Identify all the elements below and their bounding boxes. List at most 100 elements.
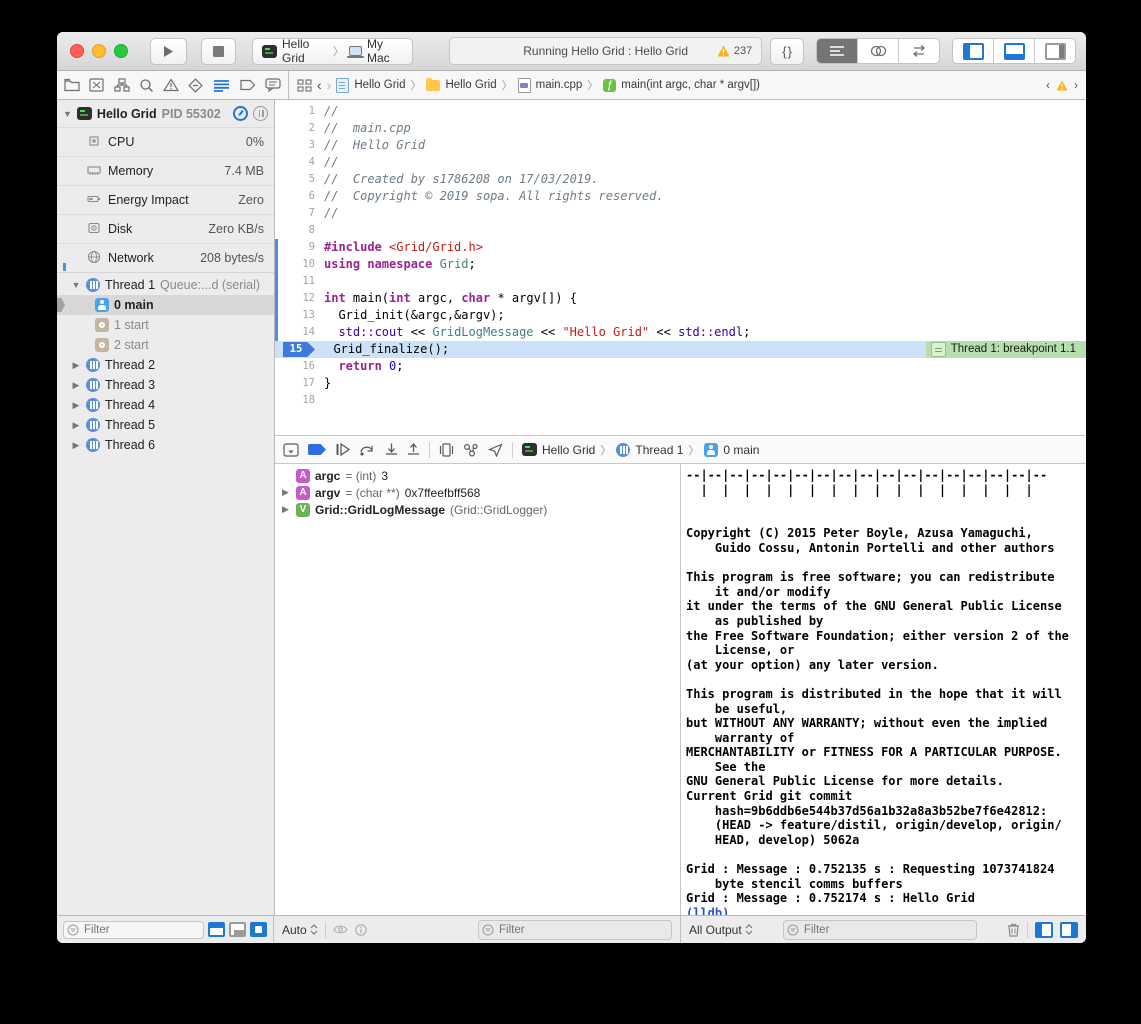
- clear-console-button[interactable]: [1007, 922, 1020, 937]
- code-line[interactable]: 1//: [275, 103, 1086, 120]
- disclosure-triangle-icon[interactable]: ▶: [71, 400, 81, 411]
- stack-frame-row[interactable]: 0 main: [57, 295, 274, 315]
- line-number[interactable]: 7: [275, 205, 324, 222]
- line-number[interactable]: 11: [275, 273, 324, 290]
- info-icon[interactable]: [355, 924, 367, 936]
- code-line[interactable]: 13 Grid_init(&argc,&argv);: [275, 307, 1086, 324]
- quicklook-eye-icon[interactable]: [333, 924, 348, 935]
- disclosure-triangle-icon[interactable]: ▼: [63, 109, 72, 119]
- previous-issue-button[interactable]: ‹: [1046, 78, 1050, 92]
- line-number[interactable]: 9: [275, 239, 324, 256]
- project-navigator-icon[interactable]: [64, 78, 80, 92]
- line-number[interactable]: 15: [275, 341, 319, 358]
- code-line[interactable]: 10using namespace Grid;: [275, 256, 1086, 273]
- crumb-frame-label[interactable]: 0 main: [723, 443, 759, 457]
- toggle-navigator-button[interactable]: [953, 39, 993, 63]
- thread-row[interactable]: ▶Thread 3: [57, 375, 274, 395]
- breadcrumb-project[interactable]: Hello Grid: [336, 78, 405, 93]
- disclosure-triangle-icon[interactable]: ▶: [71, 360, 81, 371]
- navigator-filter-input[interactable]: [63, 921, 204, 939]
- crumb-app-label[interactable]: Hello Grid: [542, 443, 595, 457]
- process-row[interactable]: ▼ Hello Grid PID 55302: [57, 100, 274, 127]
- code-line[interactable]: 18: [275, 392, 1086, 409]
- search-navigator-icon[interactable]: [139, 78, 154, 93]
- thread-row[interactable]: ▶Thread 6: [57, 435, 274, 455]
- memory-graph-button[interactable]: [463, 443, 479, 457]
- scheme-selector[interactable]: Hello Grid 〉 My Mac: [252, 38, 413, 65]
- disclosure-triangle-icon[interactable]: ▶: [71, 380, 81, 391]
- library-button[interactable]: { }: [770, 38, 804, 65]
- line-number[interactable]: 16: [275, 358, 324, 375]
- console-filter-input[interactable]: [783, 920, 977, 940]
- toggle-console-button[interactable]: [1060, 922, 1078, 938]
- line-number[interactable]: 2: [275, 120, 324, 137]
- line-number[interactable]: 8: [275, 222, 324, 239]
- source-control-navigator-icon[interactable]: [89, 78, 104, 92]
- line-number[interactable]: 10: [275, 256, 324, 273]
- variables-scope-dropdown[interactable]: Auto: [282, 923, 318, 937]
- continue-button[interactable]: [335, 443, 350, 456]
- code-line[interactable]: 9#include <Grid/Grid.h>: [275, 239, 1086, 256]
- zoom-window-button[interactable]: [114, 44, 128, 58]
- hide-debug-area-button[interactable]: [283, 443, 299, 457]
- filter-running-icon[interactable]: [208, 922, 225, 937]
- line-number[interactable]: 13: [275, 307, 324, 324]
- line-number[interactable]: 17: [275, 375, 324, 392]
- disclosure-triangle-icon[interactable]: ▶: [282, 504, 291, 515]
- code-line[interactable]: 4//: [275, 154, 1086, 171]
- code-line[interactable]: 8: [275, 222, 1086, 239]
- code-line[interactable]: 15 Grid_finalize();Thread 1: breakpoint …: [275, 341, 1086, 358]
- code-line[interactable]: 16 return 0;: [275, 358, 1086, 375]
- line-number[interactable]: 18: [275, 392, 324, 409]
- code-line[interactable]: 3// Hello Grid: [275, 137, 1086, 154]
- filter-stack-icon[interactable]: [229, 922, 246, 937]
- toggle-debug-area-button[interactable]: [993, 39, 1034, 63]
- breakpoints-toggle-button[interactable]: [308, 444, 326, 455]
- line-number[interactable]: 5: [275, 171, 324, 188]
- disclosure-triangle-icon[interactable]: ▶: [71, 420, 81, 431]
- line-number[interactable]: 3: [275, 137, 324, 154]
- source-editor[interactable]: 1//2// main.cpp3// Hello Grid4//5// Crea…: [275, 100, 1086, 435]
- symbol-navigator-icon[interactable]: [114, 78, 130, 92]
- line-number[interactable]: 1: [275, 103, 324, 120]
- variable-row[interactable]: ▶Aargv= (char **)0x7ffeefbff568: [275, 484, 680, 501]
- thread-row[interactable]: ▶Thread 4: [57, 395, 274, 415]
- stack-frame-row[interactable]: 1 start: [57, 315, 274, 335]
- minimize-window-button[interactable]: [92, 44, 106, 58]
- code-line[interactable]: 2// main.cpp: [275, 120, 1086, 137]
- stack-frame-row[interactable]: 2 start: [57, 335, 274, 355]
- code-line[interactable]: 6// Copyright © 2019 sopa. All rights re…: [275, 188, 1086, 205]
- filter-view-icon[interactable]: [250, 922, 267, 937]
- forward-button[interactable]: ›: [327, 77, 332, 93]
- line-number[interactable]: 4: [275, 154, 324, 171]
- thread-row[interactable]: ▶Thread 5: [57, 415, 274, 435]
- crumb-thread-label[interactable]: Thread 1: [635, 443, 683, 457]
- related-items-icon[interactable]: [297, 79, 312, 92]
- console-output[interactable]: --|--|--|--|--|--|--|--|--|--|--|--|--|-…: [681, 464, 1086, 915]
- toggle-variables-view-button[interactable]: [1035, 922, 1053, 938]
- code-line[interactable]: 11: [275, 273, 1086, 290]
- code-line[interactable]: 7//: [275, 205, 1086, 222]
- variables-filter-input[interactable]: [478, 920, 672, 940]
- breadcrumb-symbol[interactable]: f main(int argc, char * argv[]): [603, 79, 760, 92]
- disclosure-triangle-icon[interactable]: ▶: [71, 440, 81, 451]
- breadcrumb-group[interactable]: Hello Grid: [426, 79, 496, 91]
- gauge-row-network[interactable]: Network208 bytes/s: [57, 243, 274, 272]
- warning-badge[interactable]: 237: [717, 45, 752, 57]
- breakpoint-navigator-icon[interactable]: [239, 79, 256, 91]
- standard-editor-button[interactable]: [817, 39, 857, 63]
- back-button[interactable]: ‹: [317, 77, 322, 93]
- line-number[interactable]: 14: [275, 324, 324, 341]
- code-line[interactable]: 5// Created by s1786208 on 17/03/2019.: [275, 171, 1086, 188]
- code-line[interactable]: 12int main(int argc, char * argv[]) {: [275, 290, 1086, 307]
- thread-1-row[interactable]: ▼ Thread 1 Queue:...d (serial): [57, 275, 274, 295]
- variable-row[interactable]: Aargc= (int)3: [275, 467, 680, 484]
- stop-button[interactable]: [201, 38, 236, 65]
- disclosure-triangle-icon[interactable]: ▼: [71, 280, 81, 290]
- thread-view-mode-icon[interactable]: [253, 106, 268, 121]
- gauge-row-memory[interactable]: Memory7.4 MB: [57, 156, 274, 185]
- breakpoint-indicator[interactable]: 15: [283, 342, 315, 357]
- breadcrumb-file[interactable]: main.cpp: [518, 78, 583, 93]
- step-out-button[interactable]: [407, 443, 420, 457]
- line-number[interactable]: 12: [275, 290, 324, 307]
